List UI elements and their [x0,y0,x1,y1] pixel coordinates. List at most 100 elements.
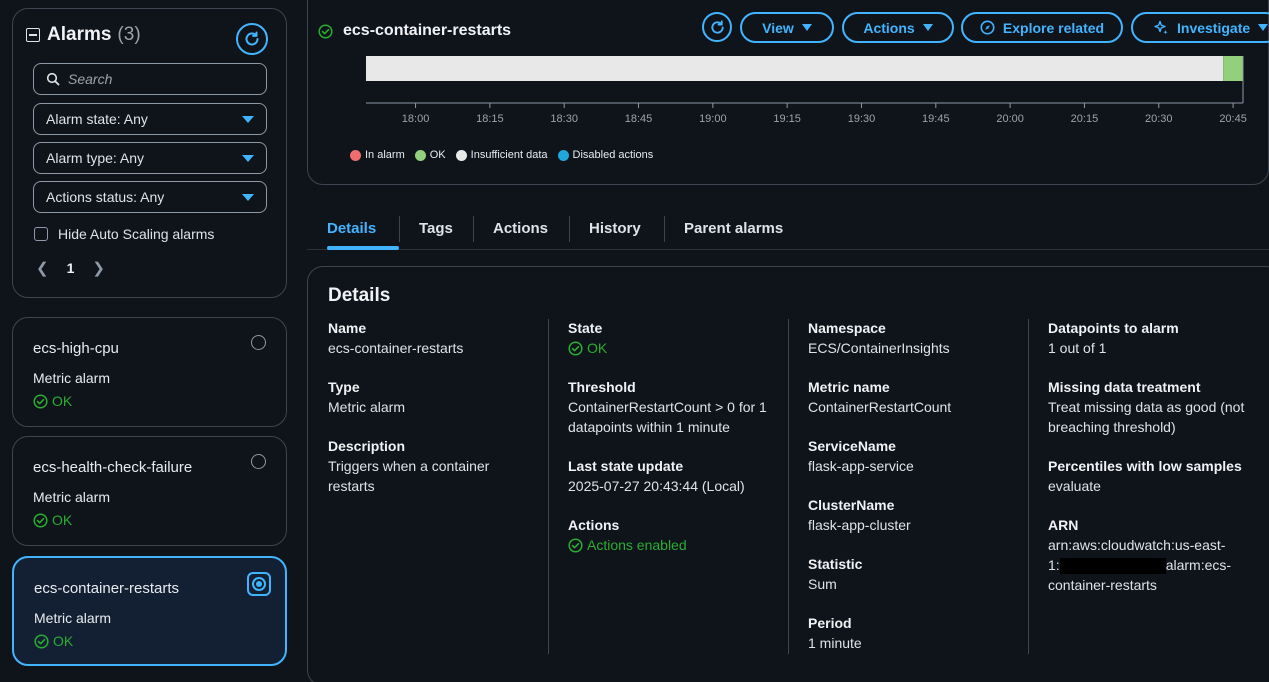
alarm-status: OK [33,512,72,528]
field-label: Name [328,320,367,336]
tab-details[interactable]: Details [327,220,376,237]
details-column-1: Name ecs-container-restarts Type Metric … [328,319,548,516]
details-column-2: State OK Threshold ContainerRestartCount… [568,319,788,575]
search-icon [46,72,60,86]
current-page[interactable]: 1 [67,260,75,276]
alarm-card-ecs-health-check-failure[interactable]: ecs-health-check-failure Metric alarm OK [12,436,287,546]
view-button[interactable]: View [740,12,834,43]
field-value: Triggers when a container restarts [328,458,490,494]
x-tick-label: 18:30 [550,113,578,125]
details-title: Details [328,285,391,306]
caret-down-icon [801,24,812,31]
pagination: ❮ 1 ❯ [36,259,105,277]
alarm-type-select[interactable]: Alarm type: Any [33,142,267,174]
ok-check-icon [318,23,333,39]
tab-history[interactable]: History [589,220,641,237]
alarm-name: ecs-container-restarts [34,580,180,597]
alarm-type: Metric alarm [33,489,111,505]
sparkle-icon [1154,20,1168,34]
tab-actions[interactable]: Actions [493,220,548,237]
field-period: Period 1 minute [808,614,1028,653]
x-tick-label: 19:00 [699,113,727,125]
refresh-icon [710,19,724,34]
x-tick-label: 20:15 [1071,113,1099,125]
legend-disabled-actions[interactable]: Disabled actions [557,149,653,161]
alarm-type: Metric alarm [33,370,111,386]
field-value: arn:aws:cloudwatch:us-east-1: alarm:ecs-c… [1048,535,1233,595]
legend-swatch [557,149,569,161]
search-input[interactable]: Search [33,63,267,95]
field-percentiles-low-samples: Percentiles with low samples evaluate [1048,457,1268,496]
next-page-icon[interactable]: ❯ [92,259,105,277]
chart-refresh-button[interactable] [702,12,732,42]
explore-related-button[interactable]: Explore related [961,12,1123,43]
timeline-segment-insufficient-data[interactable] [366,56,1224,81]
legend-swatch [414,149,426,161]
legend-in-alarm[interactable]: In alarm [350,149,405,161]
field-value: flask-app-cluster [808,517,911,533]
caret-down-icon [1258,24,1269,31]
ok-check-icon [568,340,583,356]
x-tick-label: 20:30 [1145,113,1173,125]
alarm-select-radio[interactable] [251,335,266,350]
x-tick-label: 18:45 [625,113,653,125]
alarm-card-ecs-high-cpu[interactable]: ecs-high-cpu Metric alarm OK [12,317,287,427]
actions-status-select[interactable]: Actions status: Any [33,181,267,213]
caret-down-icon [242,193,254,201]
field-label: Percentiles with low samples [1048,458,1242,474]
field-value: Sum [808,576,837,592]
field-label: Namespace [808,320,886,336]
column-divider [1028,319,1029,654]
field-type: Type Metric alarm [328,378,548,417]
field-service-name: ServiceName flask-app-service [808,437,1028,476]
investigate-button[interactable]: Investigate [1131,12,1269,43]
field-value: Actions enabled [568,535,788,555]
field-missing-data-treatment: Missing data treatment Treat missing dat… [1048,378,1268,437]
caret-down-icon [922,24,933,31]
active-tab-indicator [327,246,399,250]
tab-tags[interactable]: Tags [419,220,453,237]
timeline-segment-ok[interactable] [1223,56,1243,81]
explore-related-label: Explore related [1002,19,1105,36]
tab-parent-alarms[interactable]: Parent alarms [684,220,783,237]
x-tick-label: 18:15 [476,113,504,125]
actions-status-value: Actions status: Any [46,189,165,205]
field-value: ecs-container-restarts [328,340,464,356]
search-placeholder: Search [68,71,113,87]
refresh-button[interactable] [236,23,268,55]
field-label: Metric name [808,379,890,395]
alarm-select-radio-selected[interactable] [247,572,271,596]
hide-autoscaling-row[interactable]: Hide Auto Scaling alarms [34,226,214,242]
collapse-icon[interactable] [26,28,40,42]
actions-button[interactable]: Actions [842,12,954,43]
chart-legend: In alarm OK Insufficient data Disabled a… [350,149,653,161]
field-label: Description [328,438,406,454]
ok-check-icon [33,393,48,409]
details-column-3: Namespace ECS/ContainerInsights Metric n… [808,319,1028,673]
hide-autoscaling-label: Hide Auto Scaling alarms [58,226,215,242]
legend-insufficient-data[interactable]: Insufficient data [455,149,548,161]
x-tick-label: 20:00 [996,113,1024,125]
field-label: ARN [1048,517,1079,533]
field-label: Last state update [568,458,684,474]
page-title: ecs-container-restarts [343,22,512,39]
alarm-select-radio[interactable] [251,454,266,469]
field-value: Metric alarm [328,399,406,415]
legend-swatch [350,149,361,161]
x-tick-label: 19:15 [773,113,801,125]
hide-autoscaling-checkbox[interactable] [34,227,48,241]
alarms-header: Alarms (3) [26,24,141,46]
alarm-status-text: OK [52,512,73,528]
legend-ok[interactable]: OK [414,149,446,161]
prev-page-icon[interactable]: ❮ [36,259,49,277]
alarm-state-select[interactable]: Alarm state: Any [33,103,267,135]
x-tick-label: 18:00 [402,113,430,125]
alarm-type-value: Alarm type: Any [46,150,145,166]
field-value: ECS/ContainerInsights [808,340,950,356]
legend-label: In alarm [365,149,405,161]
tab-separator [569,216,570,242]
alarm-type: Metric alarm [34,610,112,626]
alarm-name: ecs-health-check-failure [33,459,193,476]
column-divider [548,319,549,654]
alarm-card-ecs-container-restarts[interactable]: ecs-container-restarts Metric alarm OK [12,556,287,666]
